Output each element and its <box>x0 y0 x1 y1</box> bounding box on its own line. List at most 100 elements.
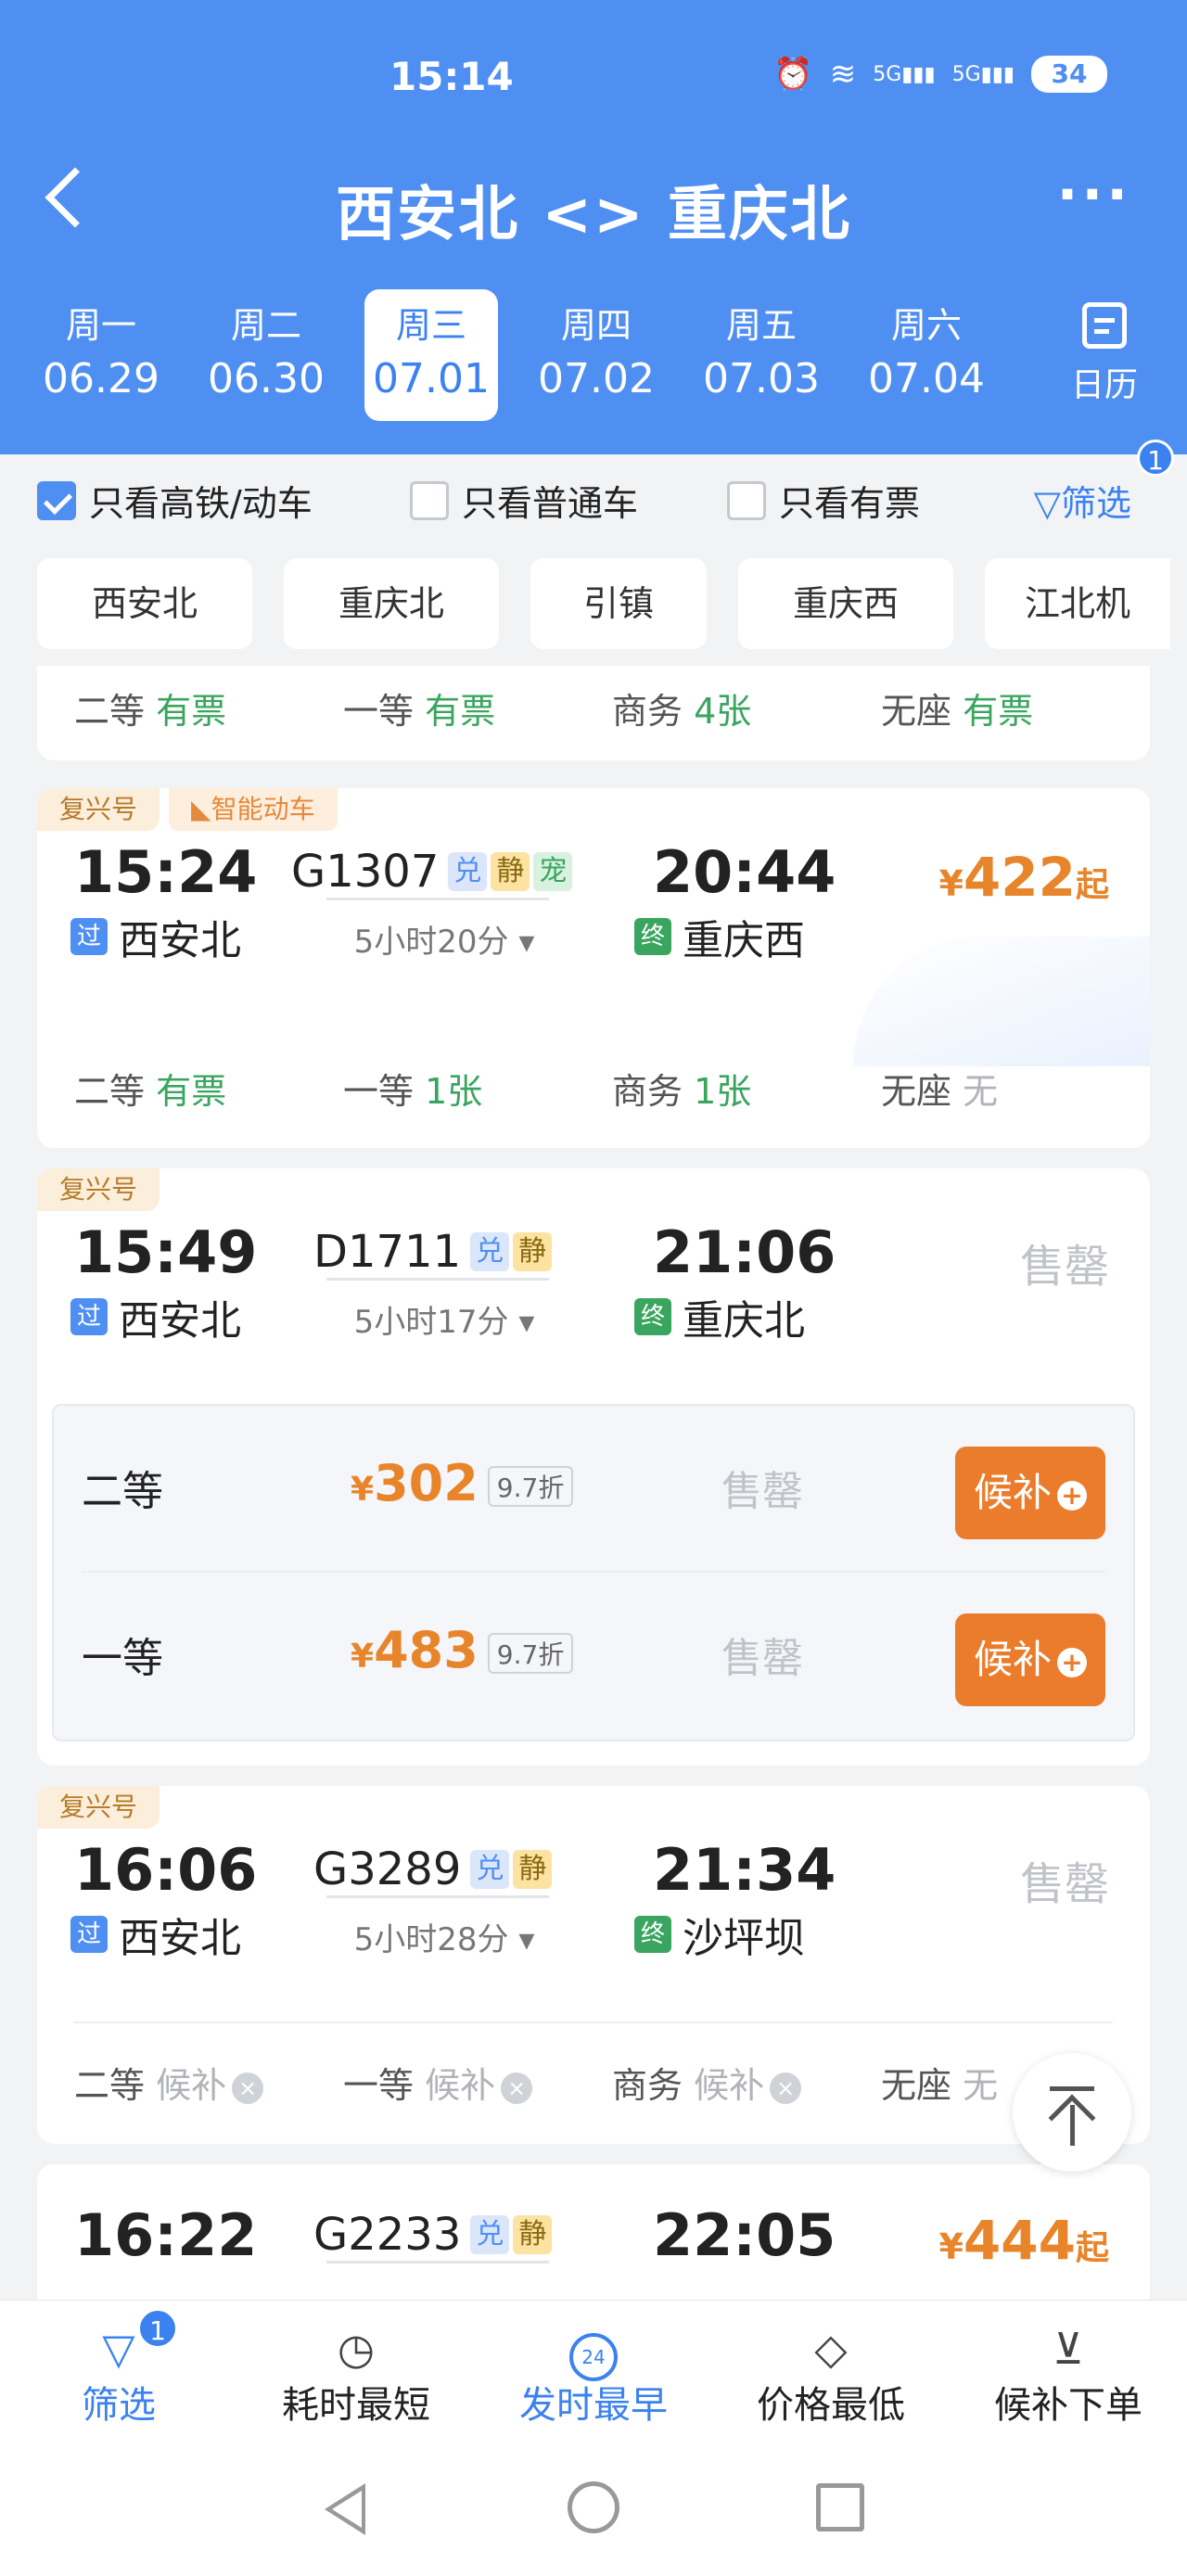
filter-button[interactable]: ▽筛选 <box>1034 475 1131 526</box>
seat-status: 有票 <box>963 691 1034 732</box>
duration-text: 5小时17分 <box>353 1304 509 1341</box>
station-chip[interactable]: 重庆北 <box>284 558 499 649</box>
train-number: G2233 兑 静 <box>313 2209 553 2261</box>
nav-home-icon[interactable] <box>568 2481 619 2533</box>
only-high-speed-checkbox[interactable]: 只看高铁/动车 <box>37 475 313 526</box>
date-tab-selected[interactable]: 周三 07.01 <box>364 289 498 421</box>
nav-recent-icon[interactable] <box>816 2483 864 2531</box>
wifi-icon: ≋ <box>829 56 857 93</box>
train-card[interactable]: 复兴号 ◣智能动车 15:24 G1307 兑 静 宠 20:44 ¥422起 … <box>37 788 1150 1148</box>
train-card[interactable]: 复兴号 16:06 G3289 兑 静 21:34 售罄 5小时28分 ▾ 过西… <box>37 1786 1150 2144</box>
seat-class: 一等 <box>343 1071 415 1112</box>
station-chip[interactable]: 江北机 <box>985 558 1170 649</box>
station-chip[interactable]: 引镇 <box>530 558 707 649</box>
checkbox-label: 只看高铁/动车 <box>89 483 313 524</box>
seat-option-row: 一等 ¥483 9.7折 售罄 候补 + <box>54 1573 1133 1738</box>
station-name: 西安北 <box>119 1297 241 1345</box>
from-station: 过西安北 <box>70 1905 241 1964</box>
nav-back-icon[interactable] <box>325 2483 365 2535</box>
train-number-text: D1711 <box>313 1226 462 1278</box>
back-to-top-icon <box>1050 2086 1094 2091</box>
station-name: 沙坪坝 <box>683 1915 805 1962</box>
duration[interactable]: 5小时17分 ▾ <box>334 1296 555 1342</box>
train-card[interactable]: 16:22 G2233 兑 静 22:05 ¥444起 <box>37 2164 1150 2300</box>
date: 07.02 <box>538 355 655 402</box>
button-label: 候补 <box>973 1637 1052 1682</box>
seat-info: 二等 候补 × <box>74 2057 343 2108</box>
seat-class: 无座 <box>881 1071 952 1112</box>
to-station: 终重庆北 <box>634 1287 805 1346</box>
depart-time: 16:06 <box>74 1836 258 1904</box>
price-value: 302 <box>374 1454 479 1512</box>
only-normal-checkbox[interactable]: 只看普通车 <box>410 475 638 526</box>
seat-class: 无座 <box>881 2065 952 2106</box>
train-card-partial[interactable]: 二等 有票 一等 有票 商务 4张 无座 有票 <box>37 666 1150 760</box>
duration-line <box>326 1895 549 1898</box>
close-circle-icon: × <box>770 2072 802 2104</box>
status-time: 15:14 <box>389 54 514 99</box>
train-type-tag: 复兴号 <box>37 1786 160 1829</box>
pet-badge: 宠 <box>533 852 573 891</box>
filter-tab[interactable]: ▽ 筛选 1 <box>0 2301 237 2439</box>
duration-line <box>326 2261 549 2264</box>
date-tab[interactable]: 周五 07.03 <box>679 289 844 421</box>
train-list[interactable]: 二等 有票 一等 有票 商务 4张 无座 有票 复兴号 ◣智能动车 15:24 … <box>0 666 1187 2300</box>
only-available-checkbox[interactable]: 只看有票 <box>727 475 920 526</box>
filter-count-badge: 1 <box>1137 440 1174 477</box>
header: 15:14 ⏰ ≋ 5G▮▮▮ 5G▮▮▮ 34 西安北 <> 重庆北 ··· … <box>0 0 1187 454</box>
seat-status: 有票 <box>425 691 496 732</box>
seat-class: 二等 <box>74 691 146 732</box>
seat-status: 1张 <box>694 1071 752 1112</box>
seat-price: ¥483 9.7折 <box>351 1621 574 1679</box>
quiet-badge: 静 <box>513 1232 553 1271</box>
network-label-2: 5G <box>951 62 981 86</box>
sort-lowest-price[interactable]: ◇ 价格最低 <box>712 2301 950 2439</box>
seat-class: 二等 <box>74 2065 146 2106</box>
train-card[interactable]: 复兴号 15:49 D1711 兑 静 21:06 售罄 5小时17分 ▾ 过西… <box>37 1168 1150 1766</box>
seat-class: 无座 <box>881 691 952 732</box>
discount-badge: 9.7折 <box>487 1466 574 1508</box>
back-to-top-button[interactable] <box>1013 2053 1131 2172</box>
chevron-down-icon: ▾ <box>518 1304 535 1341</box>
calendar-button[interactable]: 日历 <box>1053 302 1155 406</box>
weekday: 周六 <box>890 305 962 346</box>
duration[interactable]: 5小时28分 ▾ <box>334 1914 555 1959</box>
waitlist-button[interactable]: 候补 + <box>955 1447 1105 1539</box>
date-tab[interactable]: 周一 06.29 <box>19 289 184 421</box>
chevron-down-icon: ▾ <box>518 1921 535 1958</box>
price-tag-icon: ◇ <box>814 2324 848 2374</box>
date-tab[interactable]: 周二 06.30 <box>184 289 349 421</box>
weekday: 周三 <box>395 305 466 346</box>
system-navigation <box>0 2439 1187 2576</box>
signal-icon: 5G▮▮▮ <box>873 62 936 86</box>
date-tab[interactable]: 周四 07.02 <box>514 289 679 421</box>
sort-earliest-departure[interactable]: 24 发时最早 <box>475 2301 712 2439</box>
duration[interactable]: 5小时20分 ▾ <box>334 916 555 962</box>
waitlist-order[interactable]: ⊻ 候补下单 <box>950 2301 1187 2439</box>
station-chip[interactable]: 重庆西 <box>738 558 953 649</box>
station-name: 重庆西 <box>683 917 805 964</box>
waitlist-button[interactable]: 候补 + <box>955 1613 1105 1706</box>
seat-status: 候补 <box>425 2065 496 2106</box>
currency: ¥ <box>351 1638 375 1676</box>
button-label: 候补 <box>973 1470 1052 1515</box>
depart-time: 16:22 <box>74 2201 258 2269</box>
clock-24-icon: 24 <box>475 2323 712 2381</box>
station-chip[interactable]: 西安北 <box>37 558 252 649</box>
seat-class: 商务 <box>612 691 683 732</box>
currency: ¥ <box>938 2226 964 2267</box>
duration-line <box>326 1278 549 1281</box>
seat-info: 无座 无 <box>881 1063 1150 1114</box>
quiet-badge: 静 <box>491 852 530 891</box>
seat-class: 商务 <box>612 2065 683 2106</box>
tag-row: 复兴号 ◣智能动车 <box>37 788 338 831</box>
train-type-tag: 复兴号 <box>37 1168 160 1211</box>
arrive-time: 21:34 <box>653 1836 836 1904</box>
seat-status: 1张 <box>425 1071 483 1112</box>
weekday: 周一 <box>65 305 136 346</box>
station-name: 西安北 <box>119 1915 241 1962</box>
seat-status: 有票 <box>156 691 227 732</box>
more-button[interactable]: ··· <box>1057 167 1131 223</box>
sort-shortest-duration[interactable]: ◷ 耗时最短 <box>237 2301 475 2439</box>
date-tab[interactable]: 周六 07.04 <box>844 289 1009 421</box>
